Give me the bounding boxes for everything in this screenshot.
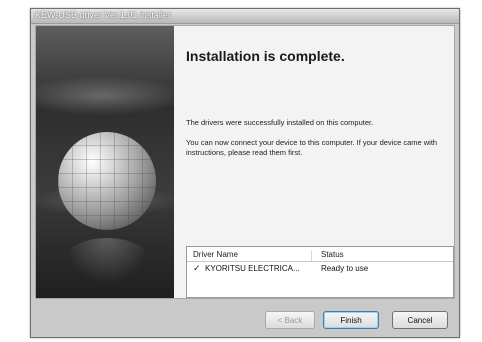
wizard-button-bar: < Back Finish Cancel (35, 301, 455, 335)
banner-mist-top (36, 76, 174, 116)
window-title: KEW-USB driver Ver.1.01 installer (35, 10, 171, 20)
success-message: The drivers were successfully installed … (186, 118, 374, 127)
connect-device-message: You can now connect your device to this … (186, 138, 438, 157)
installer-window: KEW-USB driver Ver.1.01 installer Instal… (30, 8, 460, 338)
globe-grid (58, 132, 156, 230)
checkmark-icon: ✓ (193, 263, 201, 273)
globe-icon (58, 132, 156, 230)
page-title: Installation is complete. (186, 48, 345, 64)
driver-list-table[interactable]: Driver Name Status ✓ KYORITSU ELECTRICA.… (186, 246, 454, 298)
finish-button[interactable]: Finish (323, 311, 379, 329)
table-row[interactable]: ✓ KYORITSU ELECTRICA... Ready to use (187, 263, 453, 276)
globe-reflection (64, 238, 150, 284)
driver-name-cell: KYORITSU ELECTRICA... (205, 264, 300, 273)
title-bar[interactable]: KEW-USB driver Ver.1.01 installer (31, 9, 459, 24)
wizard-content: Installation is complete. The drivers we… (186, 26, 454, 298)
column-header-status[interactable]: Status (321, 250, 344, 259)
wizard-client-area: Installation is complete. The drivers we… (35, 25, 455, 299)
globe-banner-image (36, 26, 174, 298)
cancel-button[interactable]: Cancel (392, 311, 448, 329)
back-button[interactable]: < Back (265, 311, 315, 329)
column-header-driver-name[interactable]: Driver Name (193, 250, 312, 261)
table-header: Driver Name Status (187, 247, 453, 262)
driver-status-cell: Ready to use (321, 264, 369, 273)
